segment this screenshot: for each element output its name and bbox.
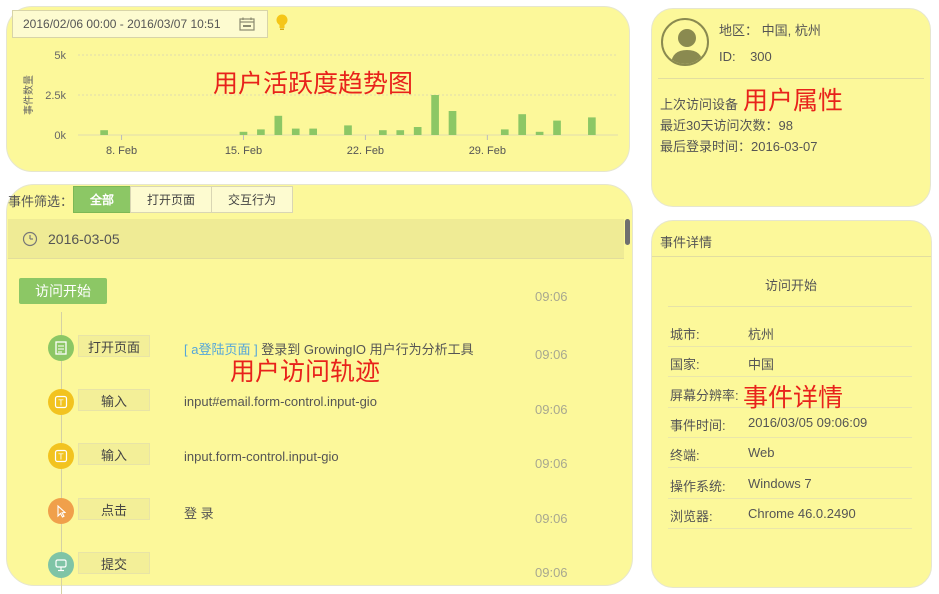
x-tick-label: 22. Feb: [347, 145, 384, 157]
trail-date: 2016-03-05: [48, 231, 120, 247]
last-login: 最后登录时间：2016-03-07: [660, 139, 818, 154]
detail-title-divider: [668, 306, 912, 307]
bar: [379, 130, 387, 135]
region-label: 地区：: [719, 23, 759, 38]
bar: [518, 114, 527, 135]
visit-start-badge[interactable]: 访问开始: [19, 278, 107, 304]
visits-30d: 最近30天访问次数：98: [660, 118, 793, 133]
event-label-open-page[interactable]: 打开页面: [78, 335, 150, 357]
detail-value: 中国: [748, 357, 775, 372]
event-desc-click: 登 录: [184, 506, 214, 521]
tab-open-page[interactable]: 打开页面: [130, 186, 213, 213]
detail-key: 终端:: [670, 448, 700, 463]
detail-event-title: 访问开始: [764, 278, 817, 293]
y-axis-label: 事件数量: [22, 75, 35, 115]
bar: [396, 130, 405, 135]
detail-header-divider: [652, 256, 931, 257]
id-row: ID: 300: [719, 49, 772, 64]
bar: [274, 115, 283, 135]
bar: [588, 117, 596, 135]
event-time: 09:06: [535, 565, 568, 580]
x-tick-label: 15. Feb: [225, 145, 262, 157]
detail-key: 城市:: [670, 327, 700, 342]
tab-interaction[interactable]: 交互行为: [211, 186, 294, 213]
detail-key: 国家:: [670, 357, 700, 372]
text-input-icon: T: [48, 389, 74, 415]
id-value: 300: [750, 49, 772, 64]
bar: [431, 95, 439, 135]
y-tick-label: 2.5k: [45, 90, 66, 102]
event-label-click[interactable]: 点击: [78, 498, 150, 520]
bar: [291, 128, 300, 135]
bar: [448, 111, 457, 135]
profile-overlay-label: 用户属性: [743, 86, 844, 115]
bar: [413, 127, 422, 135]
detail-row-browser: 浏览器: Chrome 46.0.2490: [668, 499, 912, 529]
event-desc-input: input.form-control.input-gio: [184, 449, 339, 464]
avatar: [661, 18, 709, 66]
event-desc-input-email: input#email.form-control.input-gio: [184, 394, 377, 409]
x-tick-label: 8. Feb: [106, 145, 137, 157]
svg-text:T: T: [58, 453, 64, 462]
bar: [500, 129, 509, 135]
bar: [257, 129, 265, 135]
bar: [309, 128, 317, 135]
region-row: 地区： 中国, 杭州: [719, 20, 821, 39]
submit-icon: [48, 552, 74, 578]
text-input-icon: T: [48, 443, 74, 469]
detail-row-city: 城市: 杭州: [668, 317, 912, 347]
page-icon: [48, 335, 74, 361]
detail-overlay-label: 事件详情: [743, 383, 844, 412]
clock-icon: [22, 231, 38, 247]
trail-date-header[interactable]: 2016-03-05: [8, 219, 624, 259]
detail-value: 杭州: [748, 327, 775, 342]
detail-row-country: 国家: 中国: [668, 347, 912, 377]
last-device: 上次访问设备: [660, 97, 739, 112]
detail-row-terminal: 终端: Web: [668, 438, 912, 468]
svg-text:T: T: [58, 399, 64, 408]
y-tick-label: 0k: [54, 130, 66, 142]
cursor-icon: [48, 498, 74, 524]
bar: [344, 125, 352, 135]
detail-key: 浏览器:: [670, 509, 713, 524]
event-label-input[interactable]: 输入: [78, 443, 150, 465]
filter-label: 事件筛选：: [8, 194, 74, 209]
filter-tabs: 全部 打开页面 交互行为: [73, 186, 294, 213]
scrollbar-thumb[interactable]: [625, 219, 630, 245]
event-time: 09:06: [535, 511, 568, 526]
detail-key: 屏幕分辨率:: [670, 388, 739, 403]
region-value: 中国, 杭州: [761, 23, 821, 38]
profile-divider: [658, 78, 924, 79]
x-tick-label: 29. Feb: [469, 145, 506, 157]
detail-value: 2016/03/05 09:06:09: [748, 415, 868, 430]
bar: [553, 120, 561, 135]
detail-header: 事件详情: [660, 235, 713, 250]
chart-overlay-label: 用户活跃度趋势图: [213, 69, 414, 98]
visit-start-time: 09:06: [535, 289, 568, 304]
event-time: 09:06: [535, 347, 568, 362]
tab-all[interactable]: 全部: [73, 186, 132, 213]
y-tick-label: 5k: [54, 50, 66, 62]
event-label-input[interactable]: 输入: [78, 389, 150, 411]
bar: [239, 131, 248, 135]
trail-overlay-label: 用户访问轨迹: [230, 357, 381, 386]
id-label: ID:: [719, 49, 736, 64]
event-label-submit[interactable]: 提交: [78, 552, 150, 574]
bar: [100, 130, 108, 135]
detail-value: Chrome 46.0.2490: [748, 506, 856, 521]
detail-key: 事件时间:: [670, 418, 726, 433]
detail-value: Web: [748, 445, 775, 460]
event-time: 09:06: [535, 402, 568, 417]
detail-key: 操作系统:: [670, 479, 726, 494]
bar: [535, 131, 544, 135]
detail-row-os: 操作系统: Windows 7: [668, 469, 912, 499]
event-time: 09:06: [535, 456, 568, 471]
detail-value: Windows 7: [748, 476, 812, 491]
